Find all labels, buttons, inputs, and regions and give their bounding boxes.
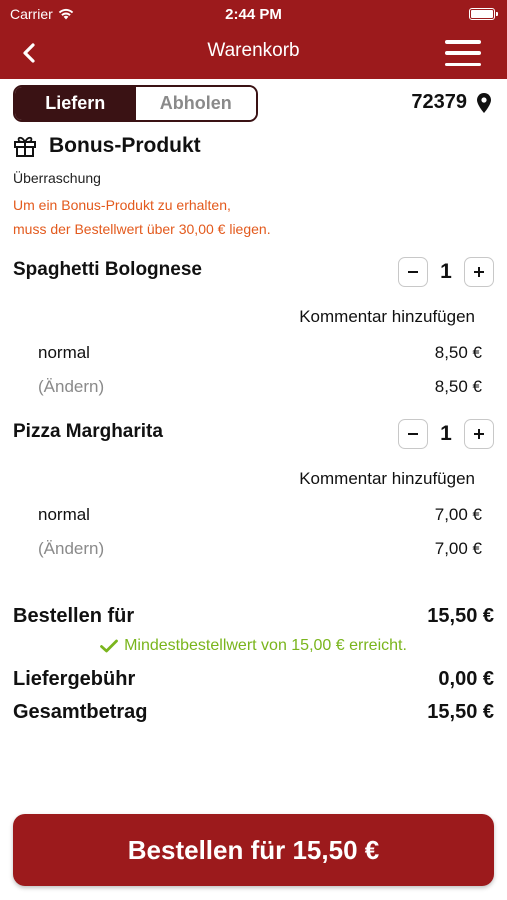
- gift-icon: [14, 136, 36, 157]
- min-order-text: Mindestbestellwert von 15,00 € erreicht.: [124, 637, 407, 654]
- delivery-fee-label: Liefergebühr: [13, 668, 136, 690]
- item-name: Pizza Margharita: [13, 421, 163, 442]
- change-variant-link[interactable]: (Ändern): [38, 539, 104, 559]
- variant-label: normal: [38, 505, 90, 524]
- delivery-fee-value: 0,00 €: [438, 668, 494, 690]
- toggle-liefern[interactable]: Liefern: [15, 87, 136, 120]
- item-variant-row: normal 8,50 €: [38, 343, 482, 363]
- delivery-mode-toggle: Liefern Abholen: [13, 85, 258, 122]
- quantity-stepper: 1: [398, 257, 494, 287]
- item-quantity: 1: [440, 422, 452, 445]
- change-variant-link[interactable]: (Ändern): [38, 377, 104, 397]
- postal-code: 72379: [411, 91, 467, 113]
- bonus-title: Bonus-Produkt: [49, 134, 201, 157]
- variant-price: 7,00 €: [434, 505, 482, 524]
- item-change-row: (Ändern) 8,50 €: [38, 377, 482, 397]
- increase-quantity-button[interactable]: [464, 257, 494, 287]
- order-subtotal-value: 15,50 €: [427, 605, 494, 627]
- bonus-subtitle: Überraschung: [13, 170, 101, 186]
- hamburger-menu-icon[interactable]: [445, 40, 481, 66]
- map-pin-icon: [477, 92, 491, 113]
- status-time: 2:44 PM: [225, 6, 282, 23]
- bonus-header: Bonus-Produkt: [13, 134, 201, 158]
- battery-icon: [469, 8, 498, 20]
- checkmark-icon: [100, 639, 118, 653]
- minus-icon: [408, 433, 418, 435]
- page-title: Warenkorb: [207, 40, 300, 61]
- variant-label: normal: [38, 343, 90, 362]
- bonus-note-line-1: Um ein Bonus-Produkt zu erhalten,: [13, 197, 231, 213]
- decrease-quantity-button[interactable]: [398, 419, 428, 449]
- app-bar: Carrier 2:44 PM Warenkorb: [0, 0, 507, 79]
- item-total-price: 7,00 €: [434, 539, 482, 558]
- location-selector[interactable]: 72379: [411, 91, 491, 114]
- grand-total-label: Gesamtbetrag: [13, 701, 148, 723]
- decrease-quantity-button[interactable]: [398, 257, 428, 287]
- delivery-fee-row: Liefergebühr 0,00 €: [13, 668, 494, 691]
- quantity-stepper: 1: [398, 419, 494, 449]
- grand-total-row: Gesamtbetrag 15,50 €: [13, 701, 494, 724]
- minus-icon: [408, 271, 418, 273]
- item-change-row: (Ändern) 7,00 €: [38, 539, 482, 559]
- item-total-price: 8,50 €: [434, 377, 482, 396]
- order-subtotal-label: Bestellen für: [13, 605, 135, 627]
- plus-icon: [474, 429, 484, 439]
- bonus-note-line-2: muss der Bestellwert über 30,00 € liegen…: [13, 221, 271, 237]
- order-subtotal-row: Bestellen für 15,50 €: [13, 605, 494, 628]
- status-bar: Carrier 2:44 PM: [0, 0, 507, 28]
- place-order-button[interactable]: Bestellen für 15,50 €: [13, 814, 494, 886]
- item-name: Spaghetti Bolognese: [13, 259, 202, 280]
- toggle-abholen[interactable]: Abholen: [135, 87, 256, 120]
- plus-icon: [474, 267, 484, 277]
- item-quantity: 1: [440, 260, 452, 283]
- bonus-note: Um ein Bonus-Produkt zu erhalten, muss d…: [13, 193, 271, 241]
- add-comment-link[interactable]: Kommentar hinzufügen: [299, 307, 475, 327]
- nav-header: Warenkorb: [0, 28, 507, 79]
- increase-quantity-button[interactable]: [464, 419, 494, 449]
- min-order-reached-message: Mindestbestellwert von 15,00 € erreicht.: [0, 637, 507, 655]
- grand-total-value: 15,50 €: [427, 701, 494, 723]
- item-variant-row: normal 7,00 €: [38, 505, 482, 525]
- variant-price: 8,50 €: [434, 343, 482, 362]
- add-comment-link[interactable]: Kommentar hinzufügen: [299, 469, 475, 489]
